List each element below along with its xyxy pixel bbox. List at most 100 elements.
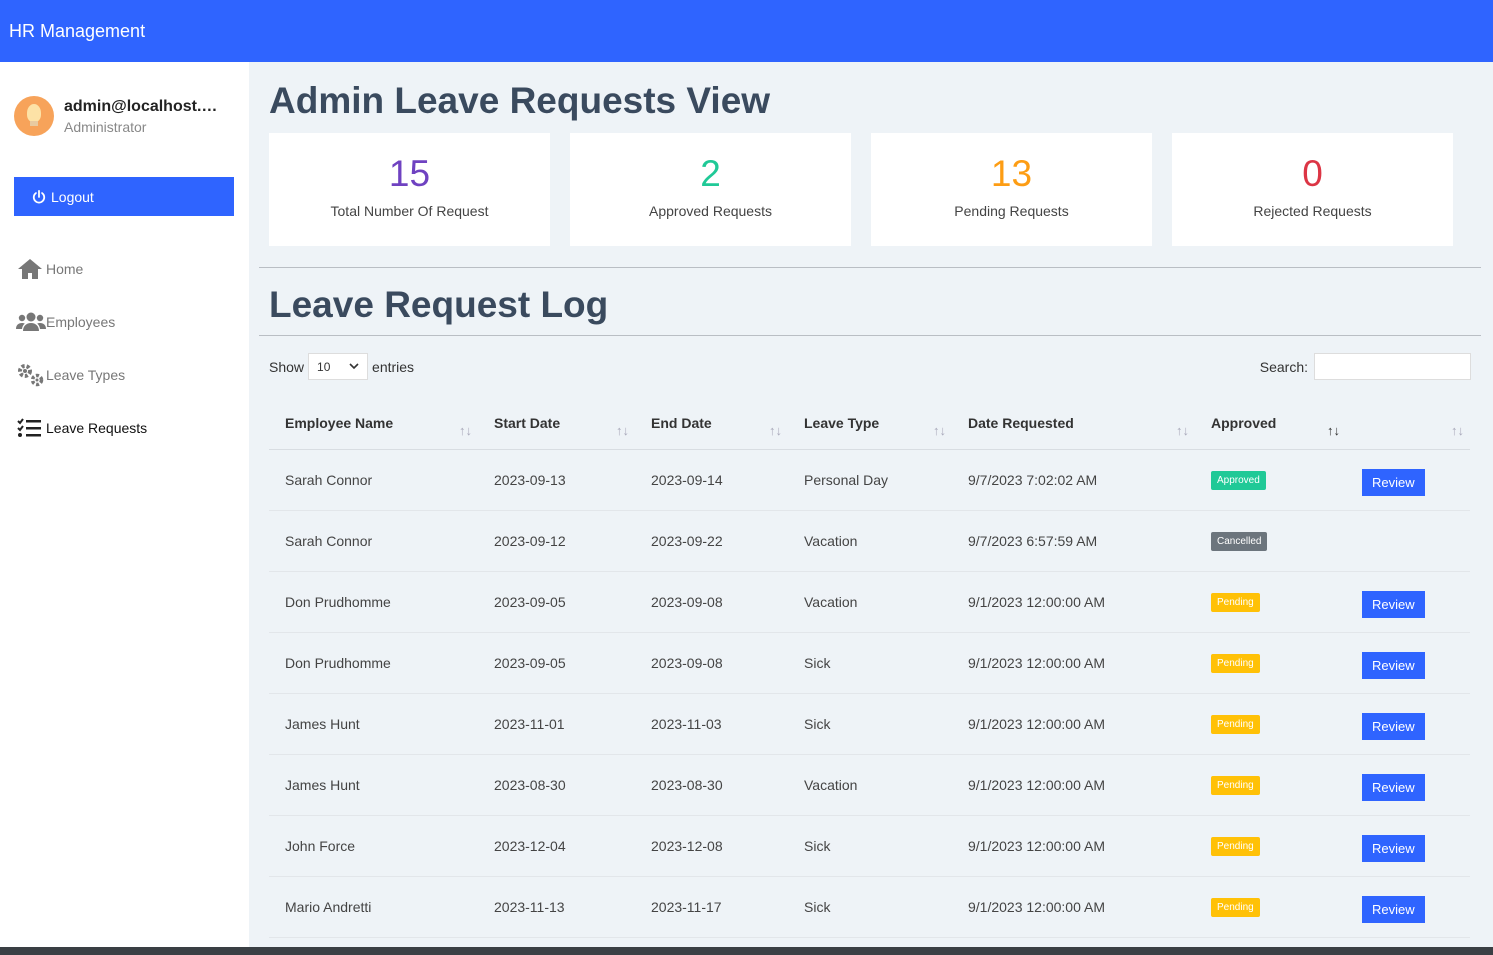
column-header-start-date[interactable]: Start Date ↑↓ [478,397,635,450]
window-bottom-edge [0,947,1493,955]
entries-length-control: Show 10 entries [269,353,414,380]
status-badge: Pending [1211,897,1260,917]
status-badge: Pending [1211,653,1260,673]
status-badge: Pending [1211,592,1260,612]
table-row: James Hunt 2023-08-30 2023-08-30 Vacation 9/… [269,754,1470,816]
review-button[interactable]: Review [1362,652,1425,679]
sort-icon: ↑↓ [1176,423,1189,438]
start-date-cell: 2023-11-13 [478,876,635,938]
stat-label: Approved Requests [649,203,772,219]
show-label: Show [269,358,305,375]
stat-label: Pending Requests [954,203,1069,219]
column-header-date-requested[interactable]: Date Requested ↑↓ [952,397,1195,450]
header-label: Leave Type [804,414,880,431]
stat-card-total: 15 Total Number Of Request [269,133,550,246]
end-date-cell: 2023-11-03 [635,693,788,755]
review-button[interactable]: Review [1362,835,1425,862]
leave-type-cell: Sick [788,693,952,755]
status-badge: Cancelled [1211,531,1268,551]
review-button[interactable]: Review [1362,713,1425,740]
end-date-cell: 2023-09-08 [635,632,788,694]
end-date-cell: 2023-09-22 [635,510,788,572]
sort-icon: ↑↓ [769,423,782,438]
sort-icon: ↑↓ [616,423,629,438]
stat-value: 2 [700,153,721,194]
review-button[interactable]: Review [1362,591,1425,618]
table-row: Sarah Connor 2023-09-13 2023-09-14 Personal… [269,449,1470,511]
entries-select[interactable]: 10 [308,353,369,380]
approved-cell: Pending [1195,693,1346,755]
list-check-icon [16,417,46,439]
sidebar-item-label: Home [46,260,84,277]
search-input[interactable] [1314,353,1471,380]
sort-asc-icon: ↑↓ [1327,423,1340,438]
header-label: Date Requested [968,414,1074,431]
sidebar-item-employees[interactable]: Employees [16,295,147,348]
stat-card-rejected: 0 Rejected Requests [1172,133,1453,246]
status-badge: Approved [1211,470,1266,490]
table-body: Sarah Connor 2023-09-13 2023-09-14 Personal… [269,449,1470,938]
stat-card-pending: 13 Pending Requests [871,133,1152,246]
user-info: admin@localhost.com Administrator [64,98,224,135]
date-requested-cell: 9/1/2023 12:00:00 AM [952,632,1195,694]
actions-cell: Review [1346,632,1470,694]
start-date-cell: 2023-09-05 [478,571,635,633]
review-button[interactable]: Review [1362,469,1425,496]
sidebar-item-leave-types[interactable]: Leave Types [16,348,147,401]
stat-card-approved: 2 Approved Requests [570,133,851,246]
actions-cell: Review [1346,693,1470,755]
search-label: Search: [1259,358,1308,375]
lightbulb-base [30,121,38,126]
sidebar-item-leave-requests[interactable]: Leave Requests [16,401,147,454]
user-email: admin@localhost.com [64,97,224,115]
stat-value: 13 [990,153,1033,194]
employee-name-cell: Sarah Connor [269,510,478,572]
leave-type-cell: Sick [788,632,952,694]
date-requested-cell: 9/1/2023 12:00:00 AM [952,754,1195,816]
review-button[interactable]: Review [1362,896,1425,923]
table-row: Sarah Connor 2023-09-12 2023-09-22 Vacation… [269,510,1470,572]
home-icon [16,257,46,281]
header-label: Approved [1211,414,1277,431]
stat-label: Total Number Of Request [330,203,489,219]
sidebar-item-home[interactable]: Home [16,242,147,295]
logout-label: Logout [51,188,94,205]
review-button[interactable]: Review [1362,774,1425,801]
gears-icon [16,363,46,387]
date-requested-cell: 9/1/2023 12:00:00 AM [952,815,1195,877]
column-header-employee-name[interactable]: Employee Name ↑↓ [269,397,478,450]
main-content: Admin Leave Requests View 15 Total Numbe… [249,62,1493,955]
sidebar-item-label: Employees [46,313,116,330]
date-requested-cell: 9/1/2023 12:00:00 AM [952,693,1195,755]
actions-cell: Review [1346,571,1470,633]
chevron-down-icon [349,363,359,370]
column-header-actions[interactable]: ↑↓ [1346,397,1470,450]
entries-label: entries [372,358,415,375]
employee-name-cell: Sarah Connor [269,449,478,511]
column-header-leave-type[interactable]: Leave Type ↑↓ [788,397,952,450]
table-search: Search: [1260,353,1471,380]
divider [259,335,1481,336]
status-badge: Pending [1211,775,1260,795]
status-badge: Pending [1211,714,1260,734]
end-date-cell: 2023-09-08 [635,571,788,633]
column-header-end-date[interactable]: End Date ↑↓ [635,397,788,450]
header-label: End Date [651,414,712,431]
logout-button[interactable]: Logout [14,177,234,216]
date-requested-cell: 9/7/2023 7:02:02 AM [952,449,1195,511]
status-badge: Pending [1211,836,1260,856]
leave-requests-table: Employee Name ↑↓ Start Date ↑↓ End Date ↑↓ … [269,397,1470,938]
column-header-approved[interactable]: Approved ↑↓ [1195,397,1346,450]
table-row: Don Prudhomme 2023-09-05 2023-09-08 Vacatio… [269,571,1470,633]
date-requested-cell: 9/1/2023 12:00:00 AM [952,571,1195,633]
sort-icon: ↑↓ [459,423,472,438]
divider [259,267,1481,268]
end-date-cell: 2023-12-08 [635,815,788,877]
user-profile: admin@localhost.com Administrator [14,96,224,136]
approved-cell: Pending [1195,876,1346,938]
app-title[interactable]: HR Management [9,21,145,42]
leave-type-cell: Sick [788,815,952,877]
employee-name-cell: James Hunt [269,693,478,755]
actions-cell: Review [1346,815,1470,877]
approved-cell: Pending [1195,632,1346,694]
